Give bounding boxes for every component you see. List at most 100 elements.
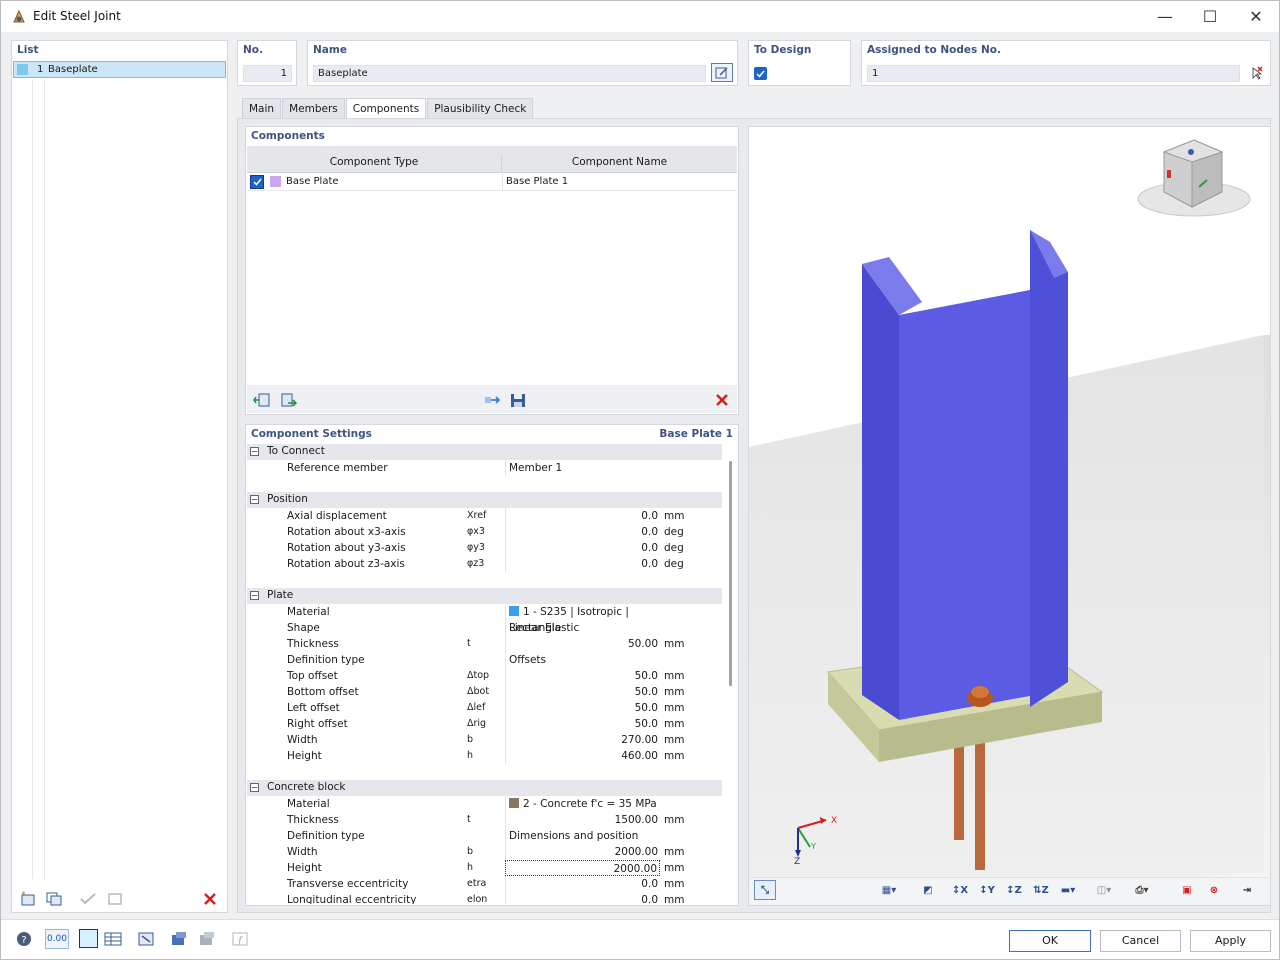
display-properties-button[interactable]: ▦▾ <box>878 880 900 900</box>
component-row[interactable]: Base Plate Base Plate 1 <box>247 174 737 191</box>
position-val[interactable]: 0.0 <box>505 524 660 540</box>
exit-view-button[interactable]: ⇥ <box>1236 880 1258 900</box>
position-row[interactable]: Axial displacement Xref 0.0 mm <box>247 508 722 524</box>
3d-viewport[interactable]: X Y Z <box>748 126 1271 906</box>
export-button[interactable]: ▣ <box>1176 880 1198 900</box>
collapse-toggle[interactable]: − <box>250 591 259 600</box>
position-val[interactable]: 0.0 <box>505 556 660 572</box>
position-val[interactable]: 0.0 <box>505 540 660 556</box>
render-mode-button[interactable]: ▬▾ <box>1057 880 1079 900</box>
cancel-button[interactable]: Cancel <box>1100 930 1181 952</box>
plate-val[interactable]: 50.0 <box>505 668 660 684</box>
plate-material-value[interactable]: 1 - S235 | Isotropic | Linear Elastic <box>505 604 660 634</box>
position-row[interactable]: Rotation about z3-axis φz3 0.0 deg <box>247 556 722 572</box>
minimize-button[interactable]: — <box>1142 1 1188 32</box>
plate-row[interactable]: Bottom offset Δbot 50.0 mm <box>247 684 722 700</box>
concrete-material-row[interactable]: Material 2 - Concrete f'c = 35 MPa | Iso… <box>247 796 722 812</box>
plate-val[interactable]: 460.00 <box>505 748 660 764</box>
copy-item-button[interactable] <box>43 889 65 909</box>
plate-row[interactable]: Width b 270.00 mm <box>247 732 722 748</box>
position-val[interactable]: 0.0 <box>505 508 660 524</box>
position-row[interactable]: Rotation about y3-axis φy3 0.0 deg <box>247 540 722 556</box>
save-component-button[interactable] <box>507 390 529 410</box>
section-to-connect[interactable]: − To Connect <box>247 444 722 460</box>
edit-name-button[interactable] <box>711 63 733 82</box>
plate-thickness-row[interactable]: Thickness t 50.00 mm <box>247 636 722 652</box>
move-down-button[interactable] <box>278 390 300 410</box>
plate-val[interactable]: 50.0 <box>505 716 660 732</box>
view-neg-z-button[interactable]: ⇅Z <box>1030 880 1052 900</box>
plate-row[interactable]: Left offset Δlef 50.0 mm <box>247 700 722 716</box>
column-header-name[interactable]: Component Name <box>502 154 737 173</box>
reset-view-button[interactable]: ⊗ <box>1203 880 1225 900</box>
uncheck-items-button[interactable] <box>104 889 126 909</box>
concrete-row[interactable]: Transverse eccentricity etra 0.0 mm <box>247 876 722 892</box>
concrete-thickness-row[interactable]: Thickness t 1500.00 mm <box>247 812 722 828</box>
delete-item-button[interactable] <box>199 889 221 909</box>
view-z-button[interactable]: ↕Z <box>1003 880 1025 900</box>
component-checkbox[interactable] <box>250 175 264 189</box>
section-position[interactable]: − Position <box>247 492 722 508</box>
plate-row[interactable]: Height h 460.00 mm <box>247 748 722 764</box>
view-select-button[interactable]: ⤡ <box>754 880 776 900</box>
model-alt-button[interactable] <box>196 929 218 949</box>
concrete-val[interactable]: 0.0 <box>505 876 660 892</box>
plate-shape-row[interactable]: Shape Rectangle <box>247 620 722 636</box>
help-button[interactable]: ? <box>13 929 35 949</box>
tab-members[interactable]: Members <box>282 98 345 118</box>
check-items-button[interactable] <box>77 889 99 909</box>
concrete-definition-type-row[interactable]: Definition type Dimensions and position <box>247 828 722 844</box>
tab-components[interactable]: Components <box>345 98 427 119</box>
plate-material-row[interactable]: Material 1 - S235 | Isotropic | Linear E… <box>247 604 722 634</box>
import-component-button[interactable] <box>481 390 503 410</box>
view-x-button[interactable]: ↕X <box>949 880 971 900</box>
tab-plausibility-check[interactable]: Plausibility Check <box>427 98 534 118</box>
concrete-val[interactable]: 2000.00 <box>505 844 660 860</box>
section-plate[interactable]: − Plate <box>247 588 722 604</box>
plate-val[interactable]: 50.0 <box>505 700 660 716</box>
new-item-button[interactable] <box>17 889 39 909</box>
settings-scrollbar[interactable] <box>729 461 732 686</box>
color-button[interactable] <box>79 929 98 948</box>
section-view-button[interactable] <box>135 929 157 949</box>
plate-row[interactable]: Right offset Δrig 50.0 mm <box>247 716 722 732</box>
number-field[interactable]: 1 <box>243 65 292 82</box>
maximize-button[interactable]: ☐ <box>1187 1 1233 32</box>
column-header-type[interactable]: Component Type <box>247 154 502 173</box>
position-row[interactable]: Rotation about x3-axis φx3 0.0 deg <box>247 524 722 540</box>
tab-main[interactable]: Main <box>242 98 282 118</box>
print-button[interactable]: ⎙▾ <box>1131 880 1153 900</box>
concrete-val[interactable]: 0.0 <box>505 892 660 904</box>
collapse-toggle[interactable]: − <box>250 783 259 792</box>
list-item[interactable]: 1 Baseplate <box>13 61 226 78</box>
ok-button[interactable]: OK <box>1009 930 1091 952</box>
view-neg-y-button[interactable]: ↕Y <box>976 880 998 900</box>
to-design-checkbox[interactable] <box>754 67 767 80</box>
function-button[interactable]: f <box>229 929 251 949</box>
plate-val[interactable]: 270.00 <box>505 732 660 748</box>
section-concrete-block[interactable]: − Concrete block <box>247 780 722 796</box>
transparency-button[interactable]: ◫▾ <box>1093 880 1115 900</box>
plate-row[interactable]: Top offset Δtop 50.0 mm <box>247 668 722 684</box>
concrete-row[interactable]: Height h 2000.00 mm <box>247 860 722 876</box>
concrete-row[interactable]: Width b 2000.00 mm <box>247 844 722 860</box>
concrete-val[interactable]: 2000.00 <box>505 860 660 876</box>
plate-val[interactable]: 50.0 <box>505 684 660 700</box>
view-graph-button[interactable]: ◩ <box>917 880 939 900</box>
table-button[interactable] <box>102 929 124 949</box>
reference-member-value[interactable]: Member 1 <box>505 460 660 476</box>
model-button[interactable] <box>168 929 190 949</box>
move-up-button[interactable] <box>251 390 273 410</box>
close-button[interactable]: ✕ <box>1233 1 1279 32</box>
collapse-toggle[interactable]: − <box>250 447 259 456</box>
name-field[interactable]: Baseplate <box>313 65 706 82</box>
delete-component-button[interactable] <box>711 390 733 410</box>
plate-definition-type-row[interactable]: Definition type Offsets <box>247 652 722 668</box>
assigned-nodes-field[interactable]: 1 <box>867 65 1240 82</box>
concrete-material-value[interactable]: 2 - Concrete f'c = 35 MPa | Isotropic | … <box>505 796 660 812</box>
apply-button[interactable]: Apply <box>1190 930 1271 952</box>
pick-node-button[interactable] <box>1245 63 1267 82</box>
decimal-places-button[interactable]: 0.00 <box>45 929 69 949</box>
reference-member-row[interactable]: Reference member Member 1 <box>247 460 722 476</box>
collapse-toggle[interactable]: − <box>250 495 259 504</box>
